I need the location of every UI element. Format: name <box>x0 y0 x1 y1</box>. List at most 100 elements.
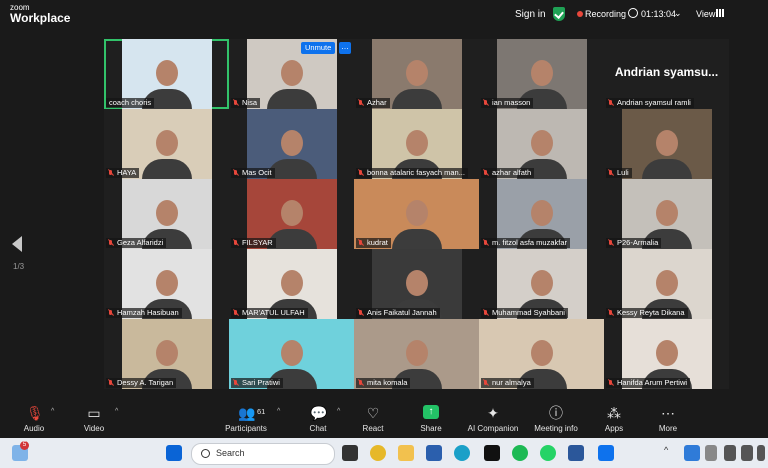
shield-icon[interactable] <box>553 7 565 21</box>
view-button[interactable]: View <box>696 9 715 19</box>
store-icon[interactable] <box>426 445 442 461</box>
netflix-icon[interactable] <box>484 445 500 461</box>
participant-tile[interactable]: MAR'ATUL ULFAH <box>229 249 354 319</box>
file-explorer-icon[interactable] <box>398 445 414 461</box>
participant-name: Hamzah Hasibuan <box>117 308 179 317</box>
participant-tile[interactable]: FILSYAR <box>229 179 354 249</box>
more-dots-icon: ⋯ <box>661 405 675 421</box>
ai-companion-button[interactable]: ✦ AI Companion <box>463 398 523 438</box>
participant-tile[interactable]: Nisa Unmute… <box>229 39 354 109</box>
participant-name: Geza Alfaridzi <box>117 238 164 247</box>
participant-tile[interactable]: Muhammad Syahbani <box>479 249 604 319</box>
mic-muted-icon <box>358 240 364 246</box>
participant-tile[interactable]: P26-Armalia <box>604 179 729 249</box>
apps-button[interactable]: ⁂ Apps <box>584 398 644 438</box>
chevron-down-icon[interactable]: ⌄ <box>674 8 682 19</box>
info-icon: ⓘ <box>549 405 563 421</box>
participant-tile[interactable]: Dessy A. Tarigan <box>104 319 229 389</box>
task-view-icon[interactable] <box>342 445 358 461</box>
participant-name: bonna atalaric fasyach man... <box>367 168 465 177</box>
recording-label[interactable]: Recording <box>585 9 626 19</box>
previous-page-arrow-icon[interactable] <box>12 236 22 252</box>
chevron-up-icon[interactable]: ^ <box>277 408 280 415</box>
spotify-icon[interactable] <box>512 445 528 461</box>
participant-face <box>530 270 553 296</box>
tray-app-icon[interactable] <box>684 445 700 461</box>
wifi-icon[interactable] <box>724 445 736 461</box>
edge-icon[interactable] <box>454 445 470 461</box>
participant-face <box>655 130 678 156</box>
participant-tile[interactable]: azhar alfath <box>479 109 604 179</box>
mic-muted-icon <box>358 100 364 106</box>
participant-tile[interactable]: mita komala <box>354 319 479 389</box>
participant-body <box>266 89 317 109</box>
word-icon[interactable] <box>568 445 584 461</box>
participant-face <box>655 200 678 226</box>
participant-tile[interactable]: Anis Faikatul Jannah <box>354 249 479 319</box>
share-button[interactable]: ↑ Share <box>401 398 461 438</box>
participants-button[interactable]: 👥 Participants <box>216 398 276 438</box>
participant-tile[interactable]: Luli <box>604 109 729 179</box>
participant-face <box>155 60 178 86</box>
sign-in-link[interactable]: Sign in <box>515 9 546 20</box>
react-button[interactable]: ♡ React <box>343 398 403 438</box>
mic-muted-icon <box>608 100 614 106</box>
meeting-info-button[interactable]: ⓘ Meeting info <box>526 398 586 438</box>
participants-icon: 👥 <box>238 405 256 421</box>
audio-button[interactable]: 🎙 Audio <box>4 398 64 438</box>
whatsapp-icon[interactable] <box>540 445 556 461</box>
participant-tile[interactable]: Sari Pratiwi <box>229 319 354 389</box>
mic-muted-icon <box>358 310 364 316</box>
participant-nameplate: Hanifda Arum Pertiwi <box>606 378 691 388</box>
participant-tile[interactable]: kudrat <box>354 179 479 249</box>
chevron-up-icon[interactable]: ^ <box>51 408 54 415</box>
participant-tile[interactable]: Hanifda Arum Pertiwi <box>604 319 729 389</box>
participant-name: Dessy A. Tarigan <box>117 378 174 387</box>
zoom-logo: zoom Workplace <box>10 4 70 25</box>
participant-tile[interactable]: Mas Ocit <box>229 109 354 179</box>
mic-muted-icon <box>233 100 239 106</box>
participant-tile[interactable]: HAYA <box>104 109 229 179</box>
participant-tile[interactable]: Andrian syamsu... Andrian syamsul ramli <box>604 39 729 109</box>
chevron-up-icon[interactable]: ^ <box>115 408 118 415</box>
chrome-icon[interactable] <box>370 445 386 461</box>
grid-icon[interactable] <box>716 9 724 17</box>
participant-tile[interactable]: ian masson <box>479 39 604 109</box>
battery-icon[interactable] <box>757 445 765 461</box>
participant-tile[interactable]: bonna atalaric fasyach man... <box>354 109 479 179</box>
participant-tile[interactable]: nur almalya <box>479 319 604 389</box>
participant-tile[interactable]: Kessy Reyta Dikana <box>604 249 729 319</box>
participant-name: Anis Faikatul Jannah <box>367 308 437 317</box>
participant-tile[interactable]: Azhar <box>354 39 479 109</box>
taskbar-search-input[interactable]: Search <box>191 443 335 465</box>
participant-nameplate: HAYA <box>106 168 140 178</box>
mic-muted-icon <box>233 380 239 386</box>
speaker-icon[interactable] <box>741 445 753 461</box>
participant-tile[interactable]: coach choris <box>104 39 229 109</box>
participant-tile[interactable]: Geza Alfaridzi <box>104 179 229 249</box>
chevron-up-icon[interactable]: ^ <box>664 445 672 461</box>
participant-tile[interactable]: m. fitzol asfa muzakfar <box>479 179 604 249</box>
zoom-app-icon[interactable] <box>598 445 614 461</box>
windows-start-icon[interactable] <box>166 445 182 461</box>
participant-body <box>641 159 692 179</box>
windows-taskbar: 5 Search ^ <box>0 438 768 468</box>
participant-face <box>155 200 178 226</box>
participant-face <box>405 340 428 366</box>
chat-button[interactable]: 💬 Chat <box>288 398 348 438</box>
participant-name: Luli <box>617 168 629 177</box>
mic-muted-icon <box>233 240 239 246</box>
tile-more-button[interactable]: … <box>339 42 351 54</box>
participant-video <box>621 109 712 179</box>
more-button[interactable]: ⋯ More <box>638 398 698 438</box>
video-button[interactable]: ▭ Video <box>64 398 124 438</box>
unmute-button[interactable]: Unmute <box>301 42 336 54</box>
participant-tile[interactable]: Hamzah Hasibuan <box>104 249 229 319</box>
participant-face <box>280 130 303 156</box>
keyboard-icon[interactable] <box>705 445 717 461</box>
participant-nameplate: Andrian syamsul ramli <box>606 98 694 108</box>
participant-nameplate: Geza Alfaridzi <box>106 238 167 248</box>
chevron-up-icon[interactable]: ^ <box>337 408 340 415</box>
participant-nameplate: kudrat <box>356 238 391 248</box>
recording-dot-icon <box>577 11 583 17</box>
